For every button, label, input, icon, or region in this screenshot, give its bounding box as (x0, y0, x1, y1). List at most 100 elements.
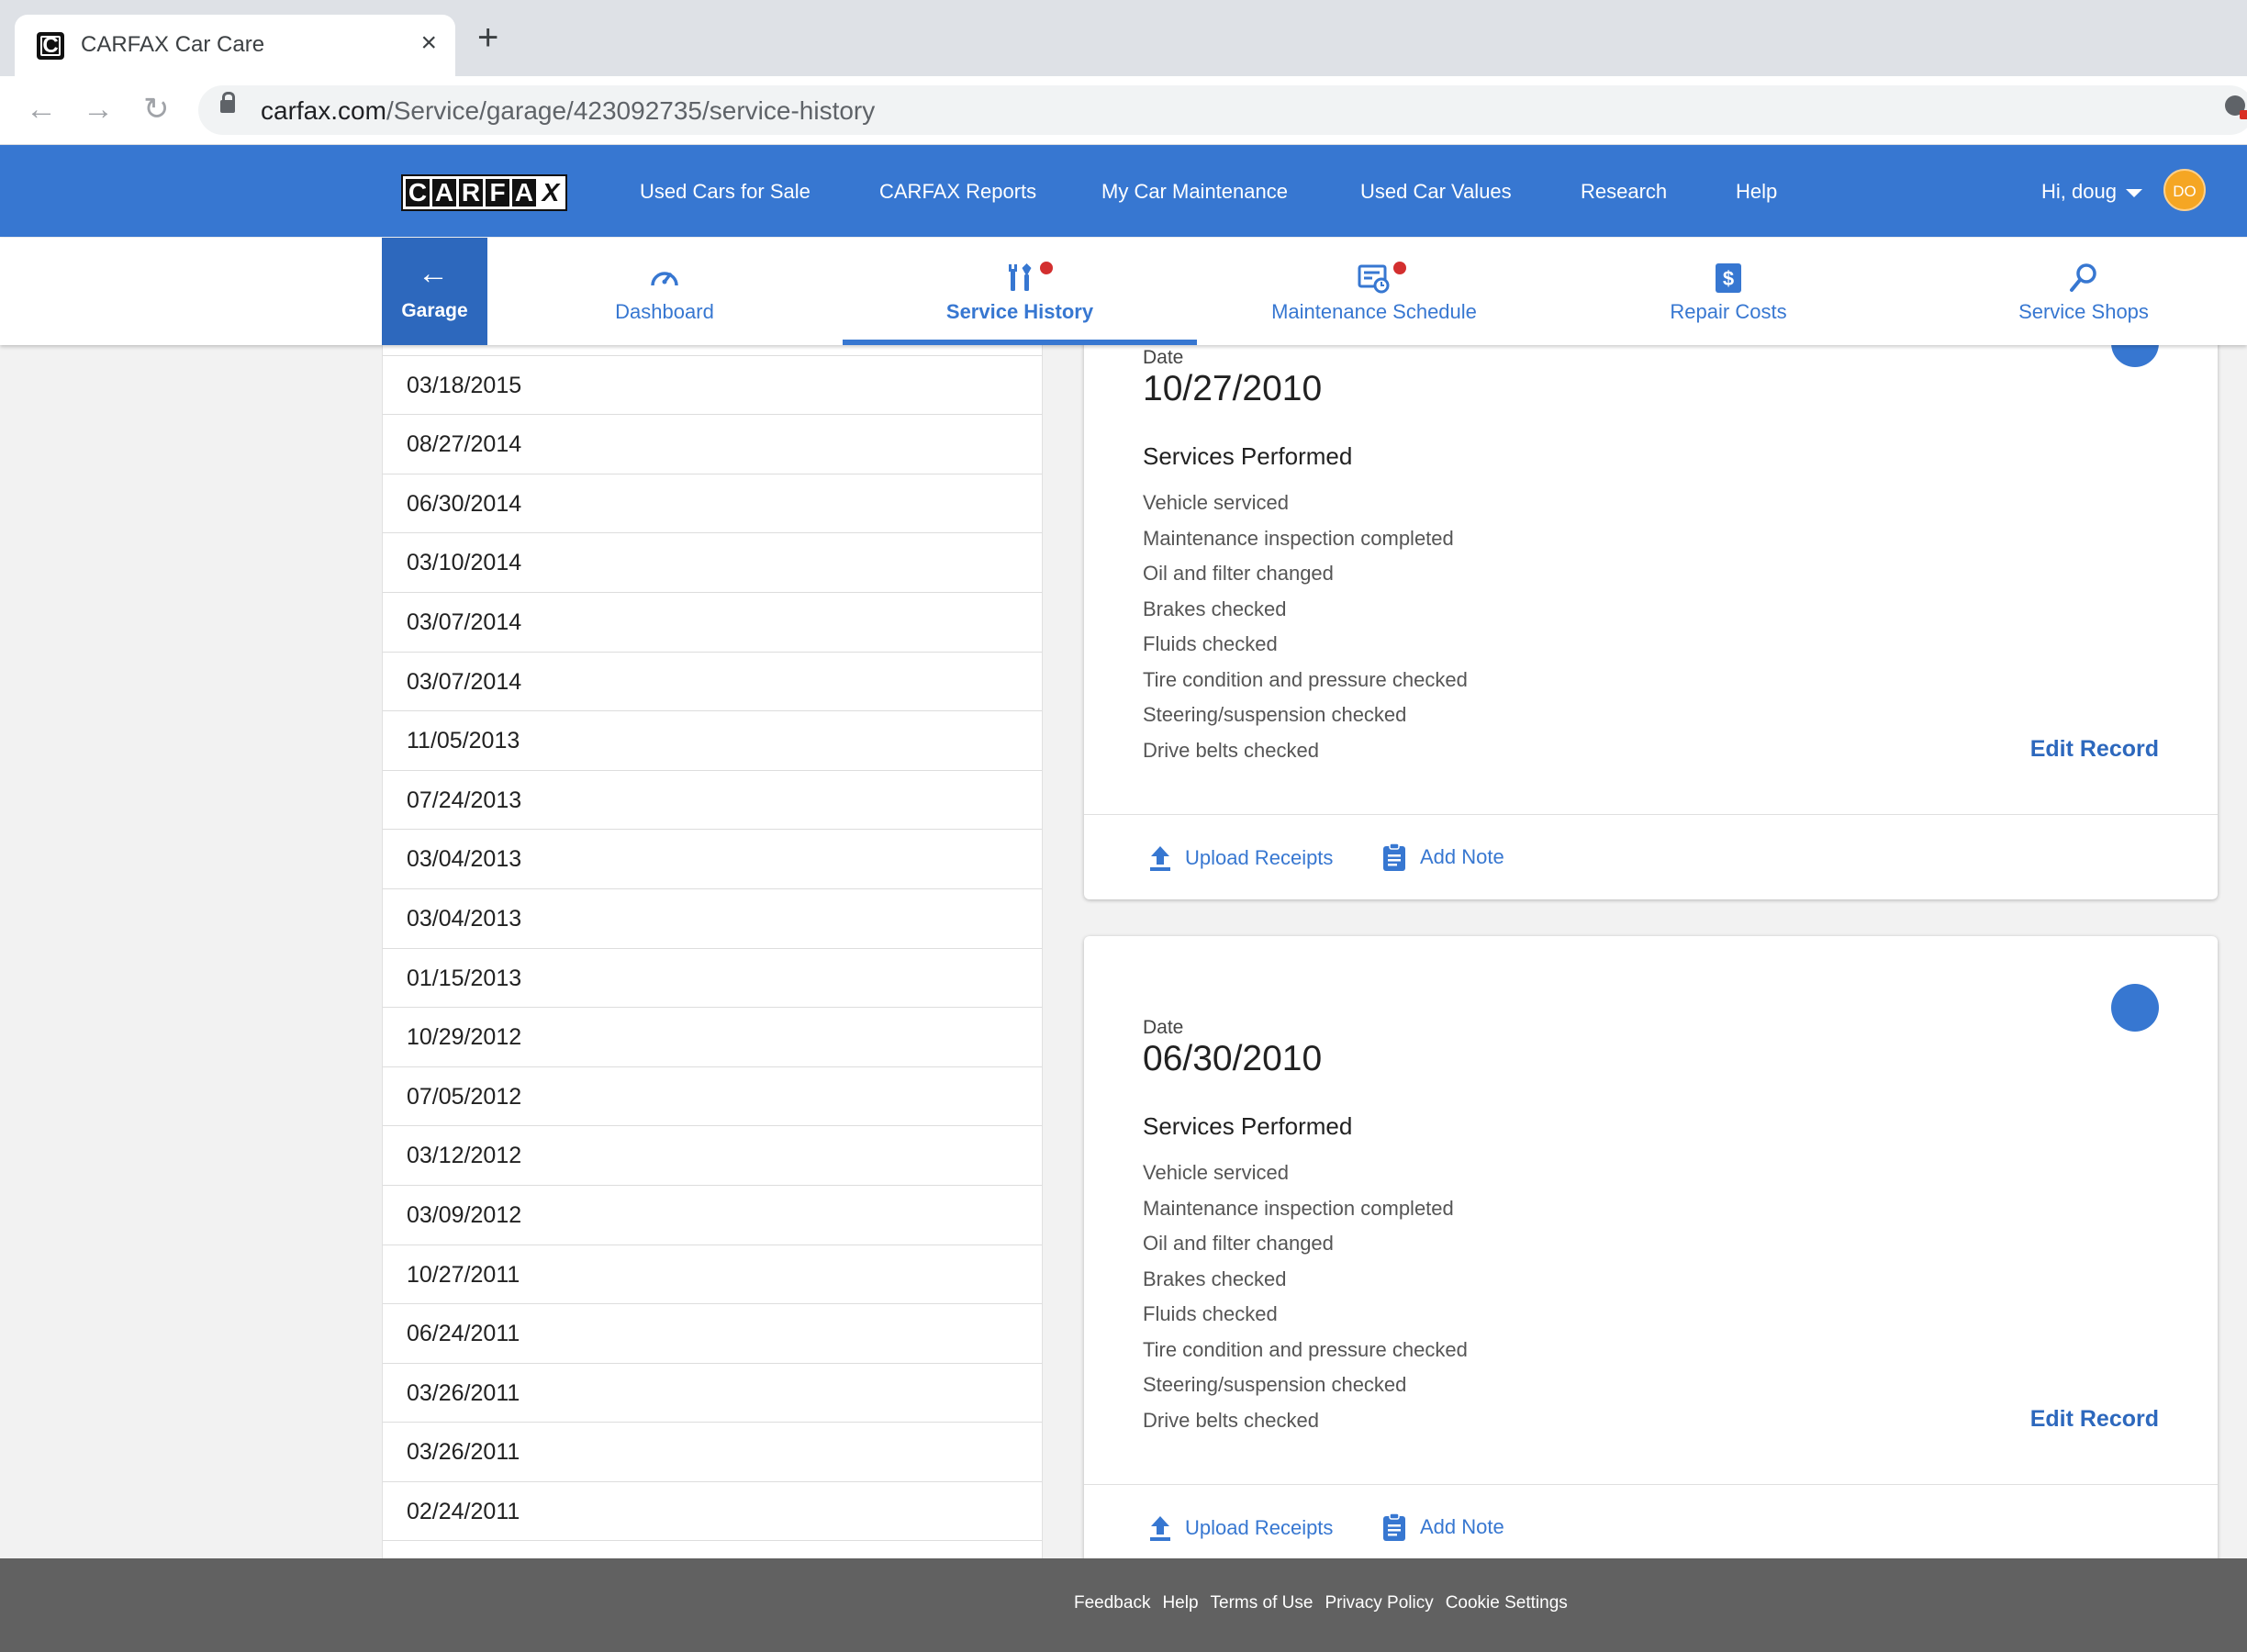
site-footer: Feedback Help Terms of Use Privacy Polic… (0, 1558, 2247, 1652)
service-item: Vehicle serviced (1143, 491, 1289, 514)
service-item: Brakes checked (1143, 1267, 1287, 1290)
service-item: Fluids checked (1143, 1302, 1278, 1325)
service-item: Maintenance inspection completed (1143, 526, 1454, 550)
edit-record-button[interactable]: Edit Record (2030, 736, 2159, 763)
date-list-item[interactable]: 07/05/2012 (383, 1067, 1042, 1127)
record-date: 06/30/2010 (1143, 1039, 1323, 1078)
clipboard-icon (1383, 1512, 1405, 1541)
service-record-card: Date 10/27/2010 Services Performed Vehic… (1084, 303, 2218, 899)
services-heading: Services Performed (1143, 1112, 1353, 1140)
service-record-card: Date 06/30/2010 Services Performed Vehic… (1084, 936, 2218, 1597)
service-item: Brakes checked (1143, 597, 1287, 620)
service-item: Drive belts checked (1143, 738, 1319, 762)
date-list-item[interactable]: 06/24/2011 (383, 1304, 1042, 1364)
date-list-item[interactable]: 03/07/2014 (383, 593, 1042, 653)
upload-icon (1150, 846, 1170, 871)
upload-receipts-button[interactable]: Upload Receipts (1148, 844, 1333, 872)
services-list: Vehicle serviced Maintenance inspection … (1143, 1155, 1468, 1438)
browser-tabstrip: C CARFAX Car Care × + (0, 0, 2247, 76)
services-heading: Services Performed (1143, 442, 1353, 470)
record-date: 10/27/2010 (1143, 369, 1323, 408)
tab-service-shops[interactable]: Service Shops (1906, 238, 2247, 345)
service-date-list[interactable]: 03/10/201603/18/201508/27/201406/30/2014… (382, 327, 1043, 1558)
tab-dashboard[interactable]: Dashboard (487, 238, 842, 345)
edit-record-button[interactable]: Edit Record (2030, 1406, 2159, 1433)
date-list-item[interactable]: 08/27/2014 (383, 415, 1042, 474)
upload-icon (1150, 1516, 1170, 1541)
date-list-item[interactable]: 03/10/2014 (383, 533, 1042, 593)
date-list-item[interactable]: 03/07/2014 (383, 653, 1042, 712)
service-item: Drive belts checked (1143, 1408, 1319, 1432)
chevron-down-icon (2125, 188, 2142, 197)
tab-close-icon[interactable]: × (420, 28, 437, 59)
browser-tab[interactable]: C CARFAX Car Care × (15, 15, 455, 76)
schedule-icon (1358, 264, 1390, 294)
new-tab-button[interactable]: + (477, 19, 498, 56)
tab-service-history[interactable]: Service History (843, 238, 1197, 345)
garage-button[interactable]: ← Garage (382, 238, 487, 345)
add-note-button[interactable]: Add Note (1381, 843, 1504, 872)
service-item: Oil and filter changed (1143, 1232, 1334, 1255)
date-list-item[interactable]: 10/29/2012 (383, 1008, 1042, 1067)
nav-research[interactable]: Research (1581, 180, 1667, 204)
date-list-item[interactable]: 03/26/2011 (383, 1364, 1042, 1423)
notification-dot (1040, 262, 1053, 274)
date-list-item[interactable]: 06/30/2014 (383, 474, 1042, 534)
search-icon (2070, 263, 2096, 292)
footer-link-cookie-settings[interactable]: Cookie Settings (1446, 1593, 1568, 1613)
tab-repair-costs[interactable]: $ Repair Costs (1551, 238, 1906, 345)
nav-used-cars-for-sale[interactable]: Used Cars for Sale (640, 180, 810, 204)
magic-wand-icon[interactable] (2111, 984, 2159, 1032)
footer-link-privacy[interactable]: Privacy Policy (1325, 1593, 1433, 1613)
back-icon[interactable]: ← (26, 91, 57, 128)
service-item: Vehicle serviced (1143, 1161, 1289, 1184)
footer-link-help[interactable]: Help (1162, 1593, 1198, 1613)
date-list-item[interactable]: 07/24/2013 (383, 771, 1042, 831)
carfax-favicon-icon: C (37, 32, 64, 60)
nav-my-car-maintenance[interactable]: My Car Maintenance (1101, 180, 1288, 204)
date-list-item[interactable]: 03/12/2012 (383, 1126, 1042, 1186)
nav-carfax-reports[interactable]: CARFAX Reports (879, 180, 1036, 204)
dollar-icon: $ (1716, 263, 1741, 293)
add-note-button[interactable]: Add Note (1381, 1512, 1504, 1542)
tab-maintenance-schedule[interactable]: Maintenance Schedule (1197, 238, 1551, 345)
carfax-logo[interactable]: CARFAX (401, 174, 567, 211)
upload-receipts-button[interactable]: Upload Receipts (1148, 1514, 1333, 1542)
date-list-item[interactable]: 03/09/2012 (383, 1186, 1042, 1245)
extension-icon[interactable] (2225, 95, 2247, 119)
garage-subnav: ← Garage Dashboard Service History Maint… (0, 238, 2247, 345)
footer-links: Feedback Help Terms of Use Privacy Polic… (1074, 1593, 1568, 1613)
date-list-item[interactable]: 03/04/2013 (383, 830, 1042, 889)
reload-icon[interactable]: ↻ (143, 91, 170, 128)
forward-icon[interactable]: → (83, 91, 114, 128)
user-menu[interactable]: Hi, doug (2041, 180, 2142, 204)
footer-link-feedback[interactable]: Feedback (1074, 1593, 1150, 1613)
browser-toolbar: ← → ↻ carfax.com/Service/garage/42309273… (0, 76, 2247, 145)
footer-link-terms[interactable]: Terms of Use (1211, 1593, 1314, 1613)
date-list-item[interactable]: 03/26/2011 (383, 1423, 1042, 1482)
date-list-item[interactable]: 10/27/2011 (383, 1245, 1042, 1305)
divider (1084, 814, 2218, 815)
service-item: Steering/suspension checked (1143, 1373, 1407, 1396)
site-header: CARFAX Used Cars for Sale CARFAX Reports… (0, 145, 2247, 237)
nav-help[interactable]: Help (1736, 180, 1777, 204)
nav-used-car-values[interactable]: Used Car Values (1360, 180, 1512, 204)
speedometer-icon (651, 272, 678, 286)
lock-icon (220, 92, 235, 113)
date-list-item[interactable]: 01/15/2013 (383, 949, 1042, 1009)
service-item: Fluids checked (1143, 632, 1278, 655)
date-list-item[interactable]: 11/05/2013 (383, 711, 1042, 771)
tools-icon (1009, 263, 1032, 291)
svg-text:$: $ (1723, 267, 1734, 290)
date-list-item[interactable]: 03/18/2015 (383, 356, 1042, 416)
service-item: Tire condition and pressure checked (1143, 667, 1468, 691)
avatar[interactable]: DO (2163, 169, 2206, 211)
date-list-item[interactable]: 03/04/2013 (383, 889, 1042, 949)
services-list: Vehicle serviced Maintenance inspection … (1143, 486, 1468, 768)
service-item: Oil and filter changed (1143, 562, 1334, 585)
date-list-item[interactable]: 02/24/2011 (383, 1482, 1042, 1542)
address-bar[interactable]: carfax.com/Service/garage/423092735/serv… (198, 85, 2247, 135)
clipboard-icon (1383, 843, 1405, 871)
divider (1084, 1484, 2218, 1485)
notification-dot (1393, 262, 1406, 274)
